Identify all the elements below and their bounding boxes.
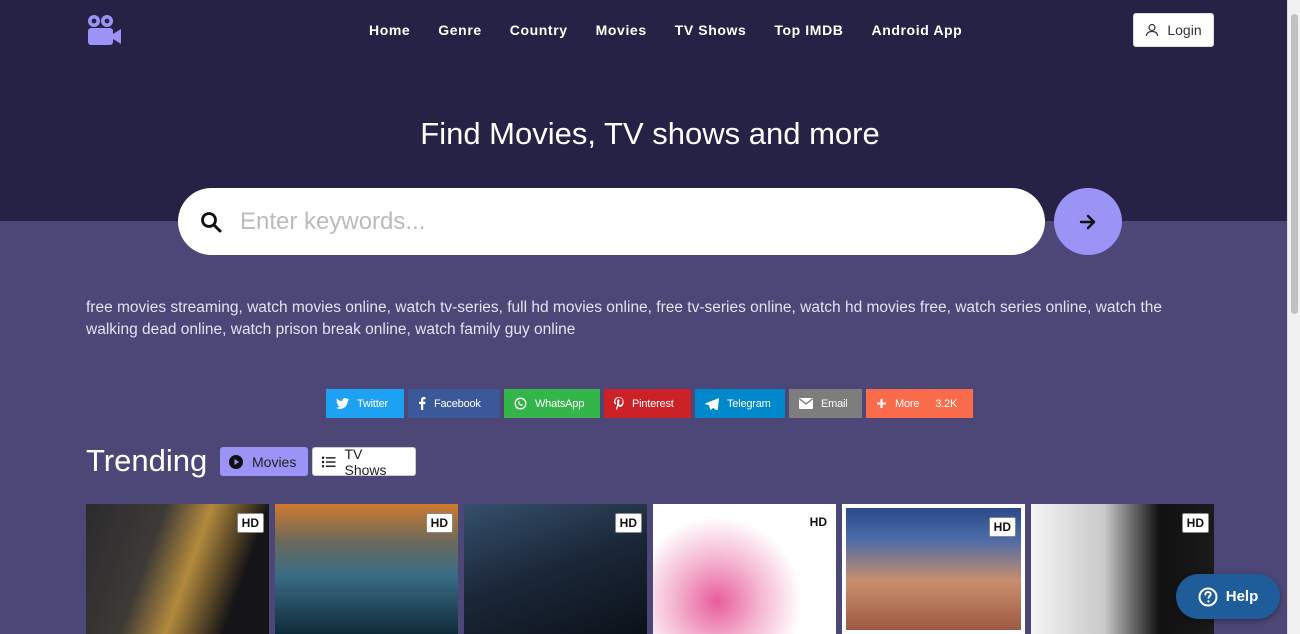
- telegram-icon: [705, 397, 719, 410]
- tab-tv-shows[interactable]: TV Shows: [312, 445, 416, 478]
- trending-posters: HD HD HD HD HD HD: [86, 504, 1214, 634]
- nav-movies[interactable]: Movies: [582, 21, 661, 39]
- tab-movies[interactable]: Movies: [220, 447, 308, 476]
- search-submit-button[interactable]: [1054, 188, 1122, 255]
- movie-poster[interactable]: HD: [842, 504, 1025, 634]
- share-facebook-button[interactable]: Facebook: [408, 389, 500, 418]
- main-nav: Home Genre Country Movies TV Shows Top I…: [355, 21, 976, 39]
- movie-poster[interactable]: HD: [86, 504, 269, 634]
- pinterest-icon: [614, 397, 624, 410]
- login-button[interactable]: Login: [1133, 13, 1214, 47]
- hd-badge: HD: [1181, 513, 1209, 533]
- share-telegram-button[interactable]: Telegram: [695, 389, 785, 418]
- tab-tv-shows-label: TV Shows: [344, 445, 387, 478]
- whatsapp-icon: [514, 397, 527, 410]
- share-more-label: More: [895, 397, 920, 410]
- hd-badge: HD: [236, 513, 264, 533]
- scrollbar-thumb[interactable]: [1291, 14, 1298, 314]
- nav-genre[interactable]: Genre: [424, 21, 495, 39]
- nav-android-app[interactable]: Android App: [858, 21, 977, 39]
- twitter-icon: [336, 397, 349, 409]
- tab-movies-label: Movies: [252, 453, 297, 470]
- share-pinterest-button[interactable]: Pinterest: [604, 389, 691, 418]
- share-pinterest-label: Pinterest: [632, 397, 674, 410]
- scrollbar[interactable]: [1287, 0, 1300, 634]
- play-circle-icon: [229, 454, 243, 469]
- share-facebook-label: Facebook: [434, 397, 481, 410]
- share-email-button[interactable]: Email: [789, 389, 862, 418]
- search-input[interactable]: [240, 207, 1020, 236]
- hd-badge: HD: [805, 513, 831, 531]
- seo-keywords-text: free movies streaming, watch movies onli…: [86, 299, 1163, 338]
- movie-poster[interactable]: HD: [275, 504, 458, 634]
- logo-camera-icon[interactable]: [86, 14, 122, 46]
- nav-top-imdb[interactable]: Top IMDB: [760, 21, 857, 39]
- share-twitter-label: Twitter: [357, 397, 388, 410]
- plus-icon: [877, 399, 886, 408]
- share-telegram-label: Telegram: [727, 397, 771, 410]
- hd-badge: HD: [988, 517, 1016, 537]
- movie-poster[interactable]: HD: [464, 504, 647, 634]
- nav-home[interactable]: Home: [355, 21, 424, 39]
- search-box: [178, 188, 1045, 255]
- help-icon: [1198, 587, 1218, 606]
- hero-title: Find Movies, TV shows and more: [420, 116, 880, 151]
- trending-heading: Trending: [86, 443, 208, 478]
- share-email-label: Email: [821, 397, 848, 410]
- share-count: 3.2K: [935, 397, 958, 410]
- list-icon: [322, 456, 336, 467]
- help-label: Help: [1225, 588, 1259, 605]
- nav-tv-shows[interactable]: TV Shows: [661, 21, 761, 39]
- help-button[interactable]: Help: [1176, 574, 1280, 619]
- movie-poster[interactable]: HD: [653, 504, 836, 634]
- share-more-button[interactable]: More 3.2K: [866, 389, 973, 418]
- share-whatsapp-label: WhatsApp: [535, 397, 585, 410]
- user-icon: [1146, 23, 1159, 37]
- nav-country[interactable]: Country: [496, 21, 582, 39]
- search-icon: [201, 211, 222, 232]
- email-icon: [799, 398, 813, 409]
- share-twitter-button[interactable]: Twitter: [326, 389, 404, 418]
- share-whatsapp-button[interactable]: WhatsApp: [504, 389, 600, 418]
- hd-badge: HD: [425, 513, 453, 533]
- facebook-icon: [419, 397, 426, 410]
- arrow-right-icon: [1079, 214, 1096, 229]
- login-label: Login: [1167, 22, 1202, 38]
- hd-badge: HD: [614, 513, 642, 533]
- share-bar: Twitter Facebook WhatsApp Pinterest Tele…: [326, 389, 973, 418]
